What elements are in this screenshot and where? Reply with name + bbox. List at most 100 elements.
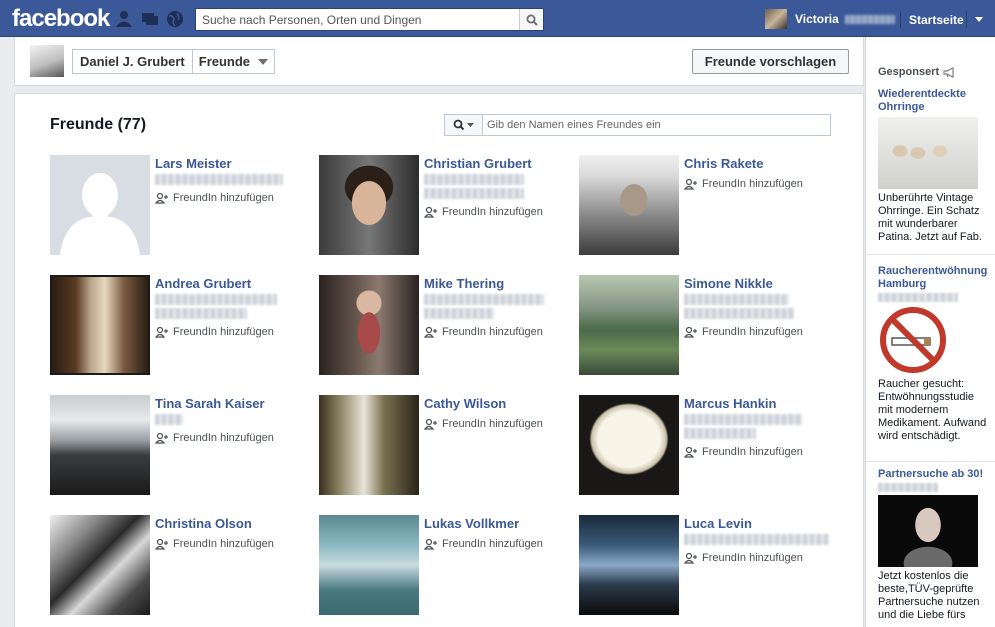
account-menu-chevron-down-icon[interactable]	[975, 17, 983, 22]
ad-image[interactable]	[878, 117, 978, 189]
friend-name[interactable]: Christian Grubert	[424, 156, 532, 171]
ad-title[interactable]: Wiederentdeckte Ohrringe	[878, 88, 990, 114]
search-button[interactable]	[519, 9, 543, 30]
friend-name[interactable]: Christina Olson	[155, 516, 252, 531]
profile-thumbnail[interactable]	[30, 45, 64, 77]
breadcrumb-profile-name[interactable]: Daniel J. Grubert	[73, 50, 193, 73]
add-friend-label: FreundIn hinzufügen	[173, 326, 274, 338]
suggest-friends-button[interactable]: Freunde vorschlagen	[692, 49, 849, 74]
add-friend-icon	[424, 538, 437, 550]
ad-title[interactable]: Raucherentwöhnung Hamburg	[878, 265, 990, 291]
add-friend-button[interactable]: FreundIn hinzufügen	[424, 206, 543, 218]
friend-photo[interactable]	[50, 395, 150, 495]
ad-title[interactable]: Partnersuche ab 30!	[878, 468, 990, 481]
friend-details-blurred	[684, 414, 802, 425]
breadcrumb-section-dropdown[interactable]: Freunde	[193, 50, 274, 73]
friend-name[interactable]: Luca Levin	[684, 516, 752, 531]
friend-card: Lars Meister FreundIn hinzufügen	[50, 155, 300, 255]
no-smoking-icon[interactable]	[878, 305, 948, 375]
facebook-logo[interactable]: facebook	[12, 5, 110, 33]
add-friend-label: FreundIn hinzufügen	[442, 418, 543, 430]
add-friend-icon	[155, 432, 168, 444]
add-friend-button[interactable]: FreundIn hinzufügen	[684, 552, 803, 564]
friend-photo[interactable]	[319, 275, 419, 375]
friend-card: Marcus Hankin FreundIn hinzufügen	[579, 395, 829, 495]
divider	[966, 11, 967, 28]
friend-search-filter-dropdown[interactable]	[445, 115, 483, 135]
add-friend-button[interactable]: FreundIn hinzufügen	[424, 538, 543, 550]
friend-name[interactable]: Tina Sarah Kaiser	[155, 396, 265, 411]
add-friend-label: FreundIn hinzufügen	[702, 446, 803, 458]
avatar	[765, 9, 787, 29]
friend-name[interactable]: Lukas Vollkmer	[424, 516, 519, 531]
add-friend-button[interactable]: FreundIn hinzufügen	[155, 192, 274, 204]
user-profile-link[interactable]: Victoria	[765, 9, 895, 29]
friend-card: Andrea Grubert FreundIn hinzufügen	[50, 275, 300, 375]
friend-photo[interactable]	[50, 155, 150, 255]
friend-photo[interactable]	[579, 155, 679, 255]
friend-name[interactable]: Lars Meister	[155, 156, 232, 171]
add-friend-button[interactable]: FreundIn hinzufügen	[684, 178, 803, 190]
friend-search-input[interactable]	[487, 117, 817, 133]
ad-unit[interactable]: Raucherentwöhnung Hamburg Raucher gesuch…	[878, 265, 990, 443]
notifications-globe-icon[interactable]	[166, 10, 184, 28]
friend-photo[interactable]	[579, 275, 679, 375]
add-friend-button[interactable]: FreundIn hinzufügen	[424, 326, 543, 338]
friend-name[interactable]: Simone Nikkle	[684, 276, 773, 291]
ad-unit[interactable]: Wiederentdeckte Ohrringe Unberührte Vint…	[878, 88, 990, 244]
profile-header: Daniel J. Grubert Freunde Freunde vorsch…	[14, 37, 864, 86]
search-icon	[526, 14, 538, 26]
friend-photo[interactable]	[319, 395, 419, 495]
sponsored-sidebar: Gesponsert Wiederentdeckte Ohrringe Unbe…	[865, 37, 995, 627]
friend-photo[interactable]	[579, 395, 679, 495]
friend-photo[interactable]	[319, 155, 419, 255]
megaphone-icon	[943, 66, 954, 78]
friends-panel: Freunde (77) Lars Meister FreundIn hinzu…	[14, 93, 864, 627]
ad-unit[interactable]: Partnersuche ab 30! Jetzt kostenlos die …	[878, 468, 990, 622]
ad-url-blurred	[878, 483, 938, 492]
add-friend-button[interactable]: FreundIn hinzufügen	[155, 326, 274, 338]
ad-url-blurred	[878, 293, 958, 302]
friend-card: Chris Rakete FreundIn hinzufügen	[579, 155, 829, 255]
friend-details-blurred	[684, 308, 794, 319]
divider	[866, 461, 995, 462]
friend-photo[interactable]	[579, 515, 679, 615]
add-friend-icon	[684, 552, 697, 564]
sponsored-label: Gesponsert	[878, 66, 940, 78]
friend-details-blurred	[155, 308, 247, 319]
ad-body: Unberührte Vintage Ohrringe. Ein Schatz …	[878, 192, 982, 243]
sponsored-header: Gesponsert	[878, 66, 956, 78]
add-friend-label: FreundIn hinzufügen	[173, 192, 274, 204]
add-friend-icon	[684, 326, 697, 338]
add-friend-icon	[155, 192, 168, 204]
global-search	[195, 8, 544, 31]
add-friend-label: FreundIn hinzufügen	[702, 326, 803, 338]
friend-requests-icon[interactable]	[115, 10, 133, 28]
chevron-down-icon	[258, 58, 269, 65]
friend-name[interactable]: Marcus Hankin	[684, 396, 776, 411]
friend-name[interactable]: Mike Thering	[424, 276, 504, 291]
friend-details-blurred	[155, 174, 283, 185]
friend-details-blurred	[424, 308, 494, 319]
friend-name[interactable]: Andrea Grubert	[155, 276, 251, 291]
add-friend-button[interactable]: FreundIn hinzufügen	[424, 418, 543, 430]
friend-photo[interactable]	[50, 515, 150, 615]
home-link[interactable]: Startseite	[909, 13, 964, 27]
add-friend-button[interactable]: FreundIn hinzufügen	[684, 326, 803, 338]
global-search-input[interactable]	[196, 9, 516, 30]
ad-image[interactable]	[878, 495, 978, 567]
user-name: Victoria	[795, 12, 839, 26]
add-friend-icon	[155, 538, 168, 550]
friend-name[interactable]: Cathy Wilson	[424, 396, 506, 411]
add-friend-button[interactable]: FreundIn hinzufügen	[155, 538, 274, 550]
messages-icon[interactable]	[141, 10, 159, 28]
friend-card: Christian Grubert FreundIn hinzufügen	[319, 155, 569, 255]
friend-card: Luca Levin FreundIn hinzufügen	[579, 515, 829, 615]
add-friend-button[interactable]: FreundIn hinzufügen	[155, 432, 274, 444]
add-friend-button[interactable]: FreundIn hinzufügen	[684, 446, 803, 458]
friend-details-blurred	[684, 534, 829, 545]
friend-photo[interactable]	[319, 515, 419, 615]
friend-name[interactable]: Chris Rakete	[684, 156, 763, 171]
add-friend-label: FreundIn hinzufügen	[442, 206, 543, 218]
friend-photo[interactable]	[50, 275, 150, 375]
